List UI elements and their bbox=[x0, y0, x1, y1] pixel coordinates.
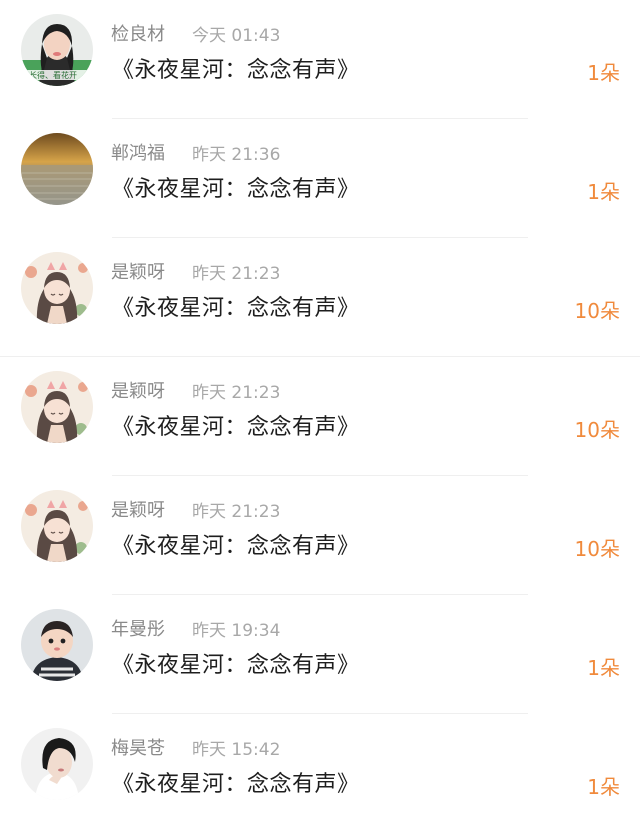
user-name[interactable]: 是颖呀 bbox=[111, 258, 165, 284]
book-title[interactable]: 《永夜星河：念念有声》 bbox=[112, 647, 360, 679]
flower-count: 10朵 bbox=[574, 537, 620, 561]
book-title[interactable]: 《永夜星河：念念有声》 bbox=[112, 766, 360, 798]
timestamp: 昨天 21:23 bbox=[192, 502, 281, 522]
list-item[interactable]: 郸鸿福 昨天 21:36 《永夜星河：念念有声》 1朵 bbox=[0, 119, 640, 238]
book-title[interactable]: 《永夜星河：念念有声》 bbox=[112, 409, 360, 441]
avatar-woman-portrait-icon bbox=[21, 728, 93, 800]
list-item[interactable]: 是颖呀 昨天 21:23 《永夜星河：念念有声》 10朵 bbox=[0, 476, 640, 595]
timestamp: 昨天 21:36 bbox=[192, 145, 281, 165]
user-name[interactable]: 郸鸿福 bbox=[111, 139, 165, 165]
avatar-girl-flowers-icon: 长得、看花开 bbox=[21, 14, 93, 86]
timestamp: 今天 01:43 bbox=[192, 26, 281, 46]
flower-count: 1朵 bbox=[587, 180, 620, 204]
avatar[interactable] bbox=[21, 490, 93, 562]
avatar-baby-icon bbox=[21, 609, 93, 681]
user-name[interactable]: 年曼彤 bbox=[111, 615, 165, 641]
list-item[interactable]: 梅昊苍 昨天 15:42 《永夜星河：念念有声》 1朵 bbox=[0, 714, 640, 833]
avatar-anime-girl-icon bbox=[21, 252, 93, 324]
book-title[interactable]: 《永夜星河：念念有声》 bbox=[112, 52, 360, 84]
svg-text:长得、看花开: 长得、看花开 bbox=[29, 70, 77, 80]
avatar[interactable] bbox=[21, 371, 93, 443]
timestamp: 昨天 19:34 bbox=[192, 621, 281, 641]
timestamp: 昨天 15:42 bbox=[192, 740, 281, 760]
avatar[interactable] bbox=[21, 609, 93, 681]
avatar-sunset-sea-icon bbox=[21, 133, 93, 205]
flower-count: 1朵 bbox=[587, 61, 620, 85]
user-name[interactable]: 是颖呀 bbox=[111, 496, 165, 522]
gift-list: 长得、看花开 检良材 今天 01:43 《永夜星河：念念有声》 1朵 郸鸿福 昨… bbox=[0, 0, 640, 814]
book-title[interactable]: 《永夜星河：念念有声》 bbox=[112, 528, 360, 560]
timestamp: 昨天 21:23 bbox=[192, 264, 281, 284]
flower-count: 10朵 bbox=[574, 299, 620, 323]
user-name[interactable]: 梅昊苍 bbox=[111, 734, 165, 760]
avatar[interactable]: 长得、看花开 bbox=[21, 14, 93, 86]
book-title[interactable]: 《永夜星河：念念有声》 bbox=[112, 171, 360, 203]
list-item[interactable]: 年曼彤 昨天 19:34 《永夜星河：念念有声》 1朵 bbox=[0, 595, 640, 714]
flower-count: 1朵 bbox=[587, 656, 620, 680]
list-item[interactable]: 是颖呀 昨天 21:23 《永夜星河：念念有声》 10朵 bbox=[0, 357, 640, 476]
flower-count: 10朵 bbox=[574, 418, 620, 442]
user-name[interactable]: 检良材 bbox=[111, 20, 165, 46]
timestamp: 昨天 21:23 bbox=[192, 383, 281, 403]
avatar-anime-girl-icon bbox=[21, 371, 93, 443]
list-item[interactable]: 是颖呀 昨天 21:23 《永夜星河：念念有声》 10朵 bbox=[0, 238, 640, 357]
avatar[interactable] bbox=[21, 252, 93, 324]
book-title[interactable]: 《永夜星河：念念有声》 bbox=[112, 290, 360, 322]
user-name[interactable]: 是颖呀 bbox=[111, 377, 165, 403]
avatar-anime-girl-icon bbox=[21, 490, 93, 562]
avatar[interactable] bbox=[21, 728, 93, 800]
avatar[interactable] bbox=[21, 133, 93, 205]
list-item[interactable]: 长得、看花开 检良材 今天 01:43 《永夜星河：念念有声》 1朵 bbox=[0, 0, 640, 119]
flower-count: 1朵 bbox=[587, 775, 620, 799]
